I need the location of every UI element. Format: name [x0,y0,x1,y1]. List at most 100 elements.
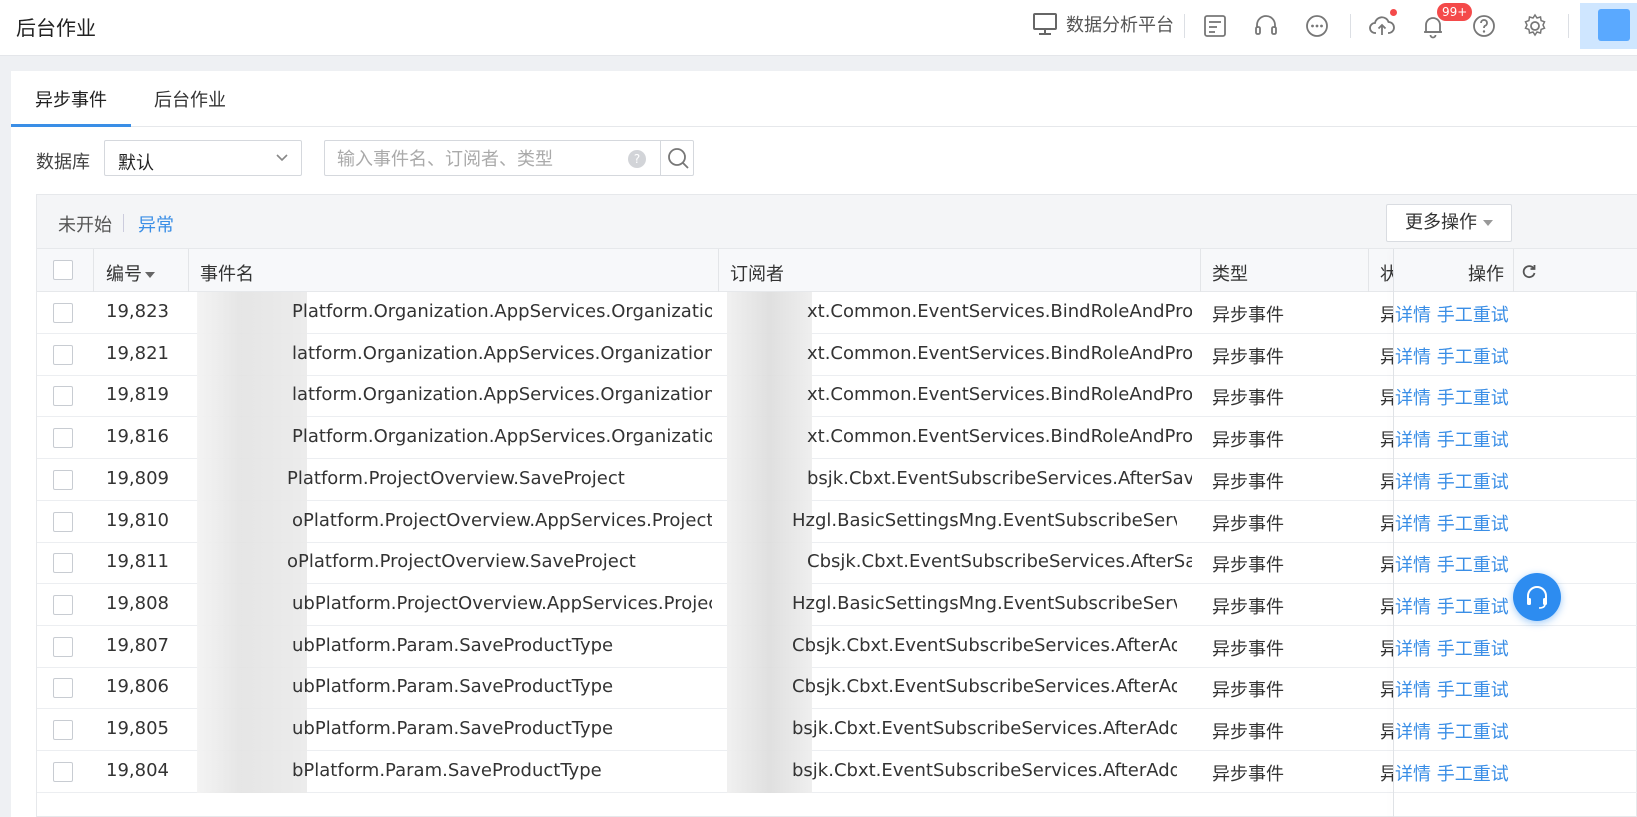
manual-retry-link[interactable]: 手工重试 [1437,388,1509,409]
row-subscriber: xt.Common.EventServices.BindRoleAndProje… [807,301,1192,322]
column-actions-header: 操作 [1468,264,1504,285]
row-checkbox[interactable] [53,761,73,782]
redacted-mask [197,583,307,626]
manual-retry-link[interactable]: 手工重试 [1437,764,1509,785]
row-subscriber: Cbsjk.Cbxt.EventSubscribeServices.AfterS… [807,551,1192,573]
search-input[interactable] [337,147,627,171]
manual-retry-link[interactable]: 手工重试 [1437,555,1509,576]
detail-link[interactable]: 详情 [1395,472,1431,493]
row-event-name: ubPlatform.Param.SaveProductType [292,634,614,656]
more-actions-button[interactable]: 更多操作 [1386,204,1512,242]
search-icon [668,148,689,169]
database-select[interactable]: 默认 [104,140,302,176]
more-icon[interactable] [1303,12,1331,40]
manual-retry-link[interactable]: 手工重试 [1437,430,1509,451]
row-checkbox[interactable] [53,386,73,407]
redacted-mask [197,417,307,460]
row-actions: 详情 手工重试 [1395,384,1509,410]
table-row[interactable]: 19,821 latform.Organization.AppServices.O… [37,333,1637,376]
redacted-mask [197,292,307,334]
document-icon[interactable] [1201,12,1229,40]
table-row[interactable]: 19,819 latform.Organization.AppServices.O… [37,375,1637,418]
detail-link[interactable]: 详情 [1395,305,1431,326]
detail-link[interactable]: 详情 [1395,347,1431,368]
table-row[interactable]: 19,823 Platform.Organization.AppServices.… [37,292,1637,334]
table-row[interactable]: 19,808 ubPlatform.ProjectOverview.AppServ… [37,583,1637,626]
column-subscriber-header[interactable]: 订阅者 [730,260,784,286]
support-float-button[interactable] [1513,573,1561,621]
top-bar: 后台作业 数据分析平台 99+ [0,0,1637,56]
event-grid: 未开始 异常 更多操作 编号 事件名 订阅者 类型 状 操作 19,823 Pla… [36,194,1637,817]
avatar[interactable] [1580,3,1637,49]
row-id: 19,821 [106,342,169,364]
table-row[interactable]: 19,806 ubPlatform.Param.SaveProductType Cb… [37,667,1637,710]
active-tab-indicator [11,124,131,127]
table-row[interactable]: 19,804 bPlatform.Param.SaveProductType bsj… [37,750,1637,793]
row-status: 异 [1380,638,1393,660]
column-event-header[interactable]: 事件名 [200,260,254,286]
row-checkbox[interactable] [53,636,73,657]
row-type: 异步事件 [1212,722,1284,743]
manual-retry-link[interactable]: 手工重试 [1437,347,1509,368]
detail-link[interactable]: 详情 [1395,639,1431,660]
question-icon[interactable]: ? [628,150,646,168]
data-platform-link[interactable]: 数据分析平台 [1032,11,1174,37]
row-actions: 详情 手工重试 [1395,510,1509,536]
detail-link[interactable]: 详情 [1395,514,1431,535]
row-checkbox[interactable] [53,678,73,699]
headset-icon[interactable] [1252,12,1280,40]
refresh-icon[interactable] [1521,263,1537,279]
table-row[interactable]: 19,816 Platform.Organization.AppServices.… [37,417,1637,460]
redacted-mask [197,750,307,793]
table-row[interactable]: 19,807 ubPlatform.Param.SaveProductType Cb… [37,625,1637,668]
select-all-checkbox[interactable] [53,260,73,280]
column-id-header[interactable]: 编号 [106,260,155,286]
redacted-mask [727,417,812,460]
tab-async-events[interactable]: 异步事件 [35,86,107,112]
row-status: 异 [1380,555,1393,577]
detail-link[interactable]: 详情 [1395,388,1431,409]
row-checkbox[interactable] [53,594,73,615]
tab-background-jobs[interactable]: 后台作业 [154,86,226,112]
gear-icon[interactable] [1521,12,1549,40]
manual-retry-link[interactable]: 手工重试 [1437,680,1509,701]
column-status-header[interactable]: 状 [1380,260,1393,286]
table-row[interactable]: 19,810 oPlatform.ProjectOverview.AppServi… [37,500,1637,543]
tab-bar: 异步事件 后台作业 [11,71,1637,127]
cloud-upload-icon[interactable] [1368,12,1396,40]
avatar-image [1598,9,1630,41]
redacted-mask [727,292,812,334]
row-checkbox[interactable] [53,469,73,490]
row-type: 异步事件 [1212,430,1284,452]
manual-retry-link[interactable]: 手工重试 [1437,305,1509,326]
filter-exception[interactable]: 异常 [138,211,174,237]
detail-link[interactable]: 详情 [1395,764,1431,785]
row-checkbox[interactable] [53,428,73,449]
row-checkbox[interactable] [53,553,73,574]
manual-retry-link[interactable]: 手工重试 [1437,472,1509,493]
help-icon[interactable] [1470,12,1498,40]
manual-retry-link[interactable]: 手工重试 [1437,597,1509,618]
detail-link[interactable]: 详情 [1395,555,1431,576]
row-type: 异步事件 [1212,638,1284,660]
row-status: 异 [1380,680,1393,702]
table-row[interactable]: 19,811 oPlatform.ProjectOverview.SaveProj… [37,542,1637,585]
row-event-name: oPlatform.ProjectOverview.SaveProject [287,551,636,573]
table-row[interactable]: 19,805 ubPlatform.Param.SaveProductType bs… [37,709,1637,751]
detail-link[interactable]: 详情 [1395,597,1431,618]
search-button[interactable] [660,141,695,175]
detail-link[interactable]: 详情 [1395,430,1431,451]
row-checkbox[interactable] [53,344,73,365]
row-checkbox[interactable] [53,511,73,532]
row-checkbox[interactable] [53,720,73,740]
table-row[interactable]: 19,809 Platform.ProjectOverview.SaveProje… [37,458,1637,501]
row-checkbox[interactable] [53,303,73,323]
detail-link[interactable]: 详情 [1395,680,1431,701]
manual-retry-link[interactable]: 手工重试 [1437,639,1509,660]
manual-retry-link[interactable]: 手工重试 [1437,722,1509,743]
detail-link[interactable]: 详情 [1395,722,1431,743]
filter-not-started[interactable]: 未开始 [58,211,112,237]
manual-retry-link[interactable]: 手工重试 [1437,514,1509,535]
divider [93,249,94,292]
column-type-header[interactable]: 类型 [1212,260,1248,286]
